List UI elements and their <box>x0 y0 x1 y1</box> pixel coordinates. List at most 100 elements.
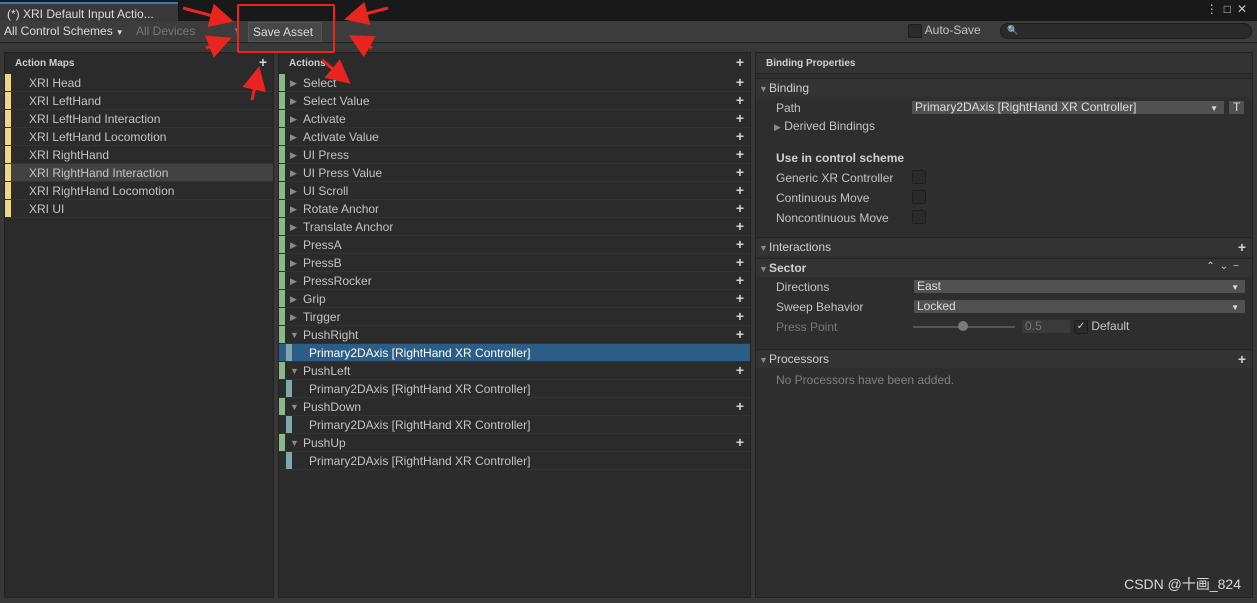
scheme-generic-checkbox[interactable] <box>912 170 926 184</box>
add-interaction-icon[interactable]: + <box>1238 240 1246 254</box>
binding-item[interactable]: Primary2DAxis [RightHand XR Controller] <box>279 344 750 362</box>
devices-dropdown[interactable]: All Devices ▼ <box>136 24 242 38</box>
action-map-item[interactable]: XRI RightHand Interaction <box>5 164 273 182</box>
processors-section[interactable]: ▼ Processors + <box>756 349 1252 368</box>
action-map-item[interactable]: XRI LeftHand Locomotion <box>5 128 273 146</box>
action-map-item[interactable]: XRI Head <box>5 74 273 92</box>
action-map-item[interactable]: XRI RightHand Locomotion <box>5 182 273 200</box>
directions-dropdown[interactable]: East ▼ <box>913 279 1246 294</box>
binding-item[interactable]: Primary2DAxis [RightHand XR Controller] <box>279 416 750 434</box>
control-schemes-dropdown[interactable]: All Control Schemes ▼ <box>4 24 124 38</box>
move-down-icon[interactable]: ⌄ <box>1220 261 1233 272</box>
add-binding-icon[interactable]: + <box>736 183 744 197</box>
action-map-item[interactable]: XRI RightHand <box>5 146 273 164</box>
add-binding-icon[interactable]: + <box>736 399 744 413</box>
path-dropdown[interactable]: Primary2DAxis [RightHand XR Controller] ▼ <box>911 100 1225 115</box>
action-item[interactable]: ▼ + PushDown <box>279 398 750 416</box>
add-binding-icon[interactable]: + <box>736 129 744 143</box>
add-binding-icon[interactable]: + <box>736 291 744 305</box>
triangle-right-icon[interactable]: ▶ <box>290 78 297 89</box>
add-action-map-icon[interactable]: + <box>259 55 267 69</box>
triangle-right-icon[interactable]: ▶ <box>290 132 297 143</box>
triangle-right-icon[interactable]: ▶ <box>290 294 297 305</box>
default-toggle[interactable]: ✓ Default <box>1074 319 1129 334</box>
action-item[interactable]: ▶ + Grip <box>279 290 750 308</box>
action-item[interactable]: ▶ + Tirgger <box>279 308 750 326</box>
scheme-continuous-checkbox[interactable] <box>912 190 926 204</box>
more-icon[interactable]: ⋮ <box>1206 2 1224 16</box>
triangle-right-icon[interactable]: ▶ <box>290 96 297 107</box>
add-binding-icon[interactable]: + <box>736 255 744 269</box>
maximize-icon[interactable]: □ <box>1224 2 1237 16</box>
sweep-behavior-dropdown[interactable]: Locked ▼ <box>913 299 1246 314</box>
checkmark-icon[interactable]: ✓ <box>1074 319 1088 334</box>
press-point-slider-handle[interactable] <box>958 321 968 331</box>
add-action-icon[interactable]: + <box>736 55 744 69</box>
auto-save-checkbox[interactable] <box>908 23 922 38</box>
triangle-right-icon[interactable]: ▶ <box>290 150 297 161</box>
remove-icon[interactable]: − <box>1233 261 1244 272</box>
triangle-right-icon[interactable]: ▶ <box>290 168 297 179</box>
triangle-down-icon[interactable]: ▼ <box>290 366 299 376</box>
move-up-icon[interactable]: ⌃ <box>1206 261 1219 272</box>
triangle-right-icon[interactable]: ▶ <box>290 186 297 197</box>
add-binding-icon[interactable]: + <box>736 93 744 107</box>
interactions-section[interactable]: ▼ Interactions + <box>756 237 1252 256</box>
window-controls[interactable]: ⋮□✕ <box>1206 2 1253 16</box>
action-item[interactable]: ▶ + UI Press <box>279 146 750 164</box>
action-item[interactable]: ▼ + PushRight <box>279 326 750 344</box>
derived-bindings-foldout[interactable]: ▶ Derived Bindings <box>774 119 875 133</box>
action-item[interactable]: ▶ + Translate Anchor <box>279 218 750 236</box>
triangle-right-icon[interactable]: ▶ <box>290 312 297 323</box>
close-icon[interactable]: ✕ <box>1237 2 1253 16</box>
auto-save-toggle[interactable]: Auto-Save <box>908 23 981 38</box>
action-map-item[interactable]: XRI LeftHand Interaction <box>5 110 273 128</box>
triangle-right-icon[interactable]: ▶ <box>290 276 297 287</box>
triangle-down-icon[interactable]: ▼ <box>290 402 299 412</box>
triangle-right-icon[interactable]: ▶ <box>290 258 297 269</box>
binding-item[interactable]: Primary2DAxis [RightHand XR Controller] <box>279 380 750 398</box>
triangle-right-icon[interactable]: ▶ <box>290 240 297 251</box>
add-binding-icon[interactable]: + <box>736 147 744 161</box>
add-binding-icon[interactable]: + <box>736 201 744 215</box>
action-item[interactable]: ▶ + PressRocker <box>279 272 750 290</box>
t-button[interactable]: T <box>1228 100 1245 115</box>
add-binding-icon[interactable]: + <box>736 219 744 233</box>
action-item[interactable]: ▶ + Select <box>279 74 750 92</box>
triangle-right-icon[interactable]: ▶ <box>290 204 297 215</box>
add-binding-icon[interactable]: + <box>736 237 744 251</box>
action-map-item[interactable]: XRI UI <box>5 200 273 218</box>
action-item[interactable]: ▶ + UI Scroll <box>279 182 750 200</box>
add-binding-icon[interactable]: + <box>736 75 744 89</box>
triangle-down-icon[interactable]: ▼ <box>290 438 299 448</box>
add-binding-icon[interactable]: + <box>736 309 744 323</box>
action-item[interactable]: ▶ + Rotate Anchor <box>279 200 750 218</box>
action-item[interactable]: ▶ + Activate <box>279 110 750 128</box>
add-binding-icon[interactable]: + <box>736 435 744 449</box>
triangle-right-icon[interactable]: ▶ <box>290 222 297 233</box>
binding-item[interactable]: Primary2DAxis [RightHand XR Controller] <box>279 452 750 470</box>
add-binding-icon[interactable]: + <box>736 165 744 179</box>
action-item[interactable]: ▼ + PushUp <box>279 434 750 452</box>
triangle-down-icon[interactable]: ▼ <box>290 330 299 340</box>
sector-controls[interactable]: ⌃⌄− <box>1206 261 1244 272</box>
action-map-item[interactable]: XRI LeftHand <box>5 92 273 110</box>
add-binding-icon[interactable]: + <box>736 111 744 125</box>
add-binding-icon[interactable]: + <box>736 363 744 377</box>
binding-section[interactable]: ▼ Binding <box>756 78 1252 97</box>
action-item[interactable]: ▶ + Select Value <box>279 92 750 110</box>
add-binding-icon[interactable]: + <box>736 327 744 341</box>
press-point-input[interactable]: 0.5 <box>1021 319 1071 334</box>
add-processor-icon[interactable]: + <box>1238 352 1246 366</box>
search-input[interactable]: 🔍 <box>1000 23 1252 39</box>
action-item[interactable]: ▶ + UI Press Value <box>279 164 750 182</box>
action-item[interactable]: ▶ + PressB <box>279 254 750 272</box>
action-item[interactable]: ▼ + PushLeft <box>279 362 750 380</box>
triangle-right-icon[interactable]: ▶ <box>290 114 297 125</box>
scheme-noncontinuous-checkbox[interactable] <box>912 210 926 224</box>
window-tab[interactable]: (*) XRI Default Input Actio... <box>0 2 178 21</box>
add-binding-icon[interactable]: + <box>736 273 744 287</box>
action-item[interactable]: ▶ + PressA <box>279 236 750 254</box>
action-item[interactable]: ▶ + Activate Value <box>279 128 750 146</box>
sector-section[interactable]: ▼ Sector ⌃⌄− <box>756 258 1252 277</box>
